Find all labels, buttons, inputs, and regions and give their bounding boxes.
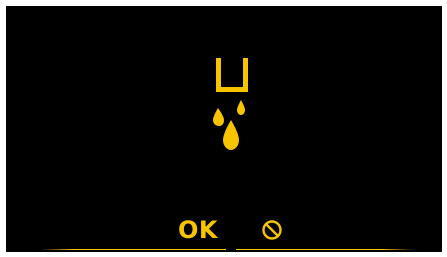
cancel-baseline — [236, 249, 414, 250]
ok-baseline — [40, 249, 226, 250]
ok-button-label: OK — [178, 216, 218, 244]
water-dripping-container-icon — [213, 58, 248, 150]
baseline-gap — [226, 249, 236, 250]
prohibited-icon — [262, 220, 282, 240]
action-bar: OK — [6, 214, 442, 252]
ok-button[interactable]: OK — [168, 214, 228, 246]
cancel-button[interactable] — [254, 214, 290, 246]
display-screen: OK — [6, 6, 442, 252]
